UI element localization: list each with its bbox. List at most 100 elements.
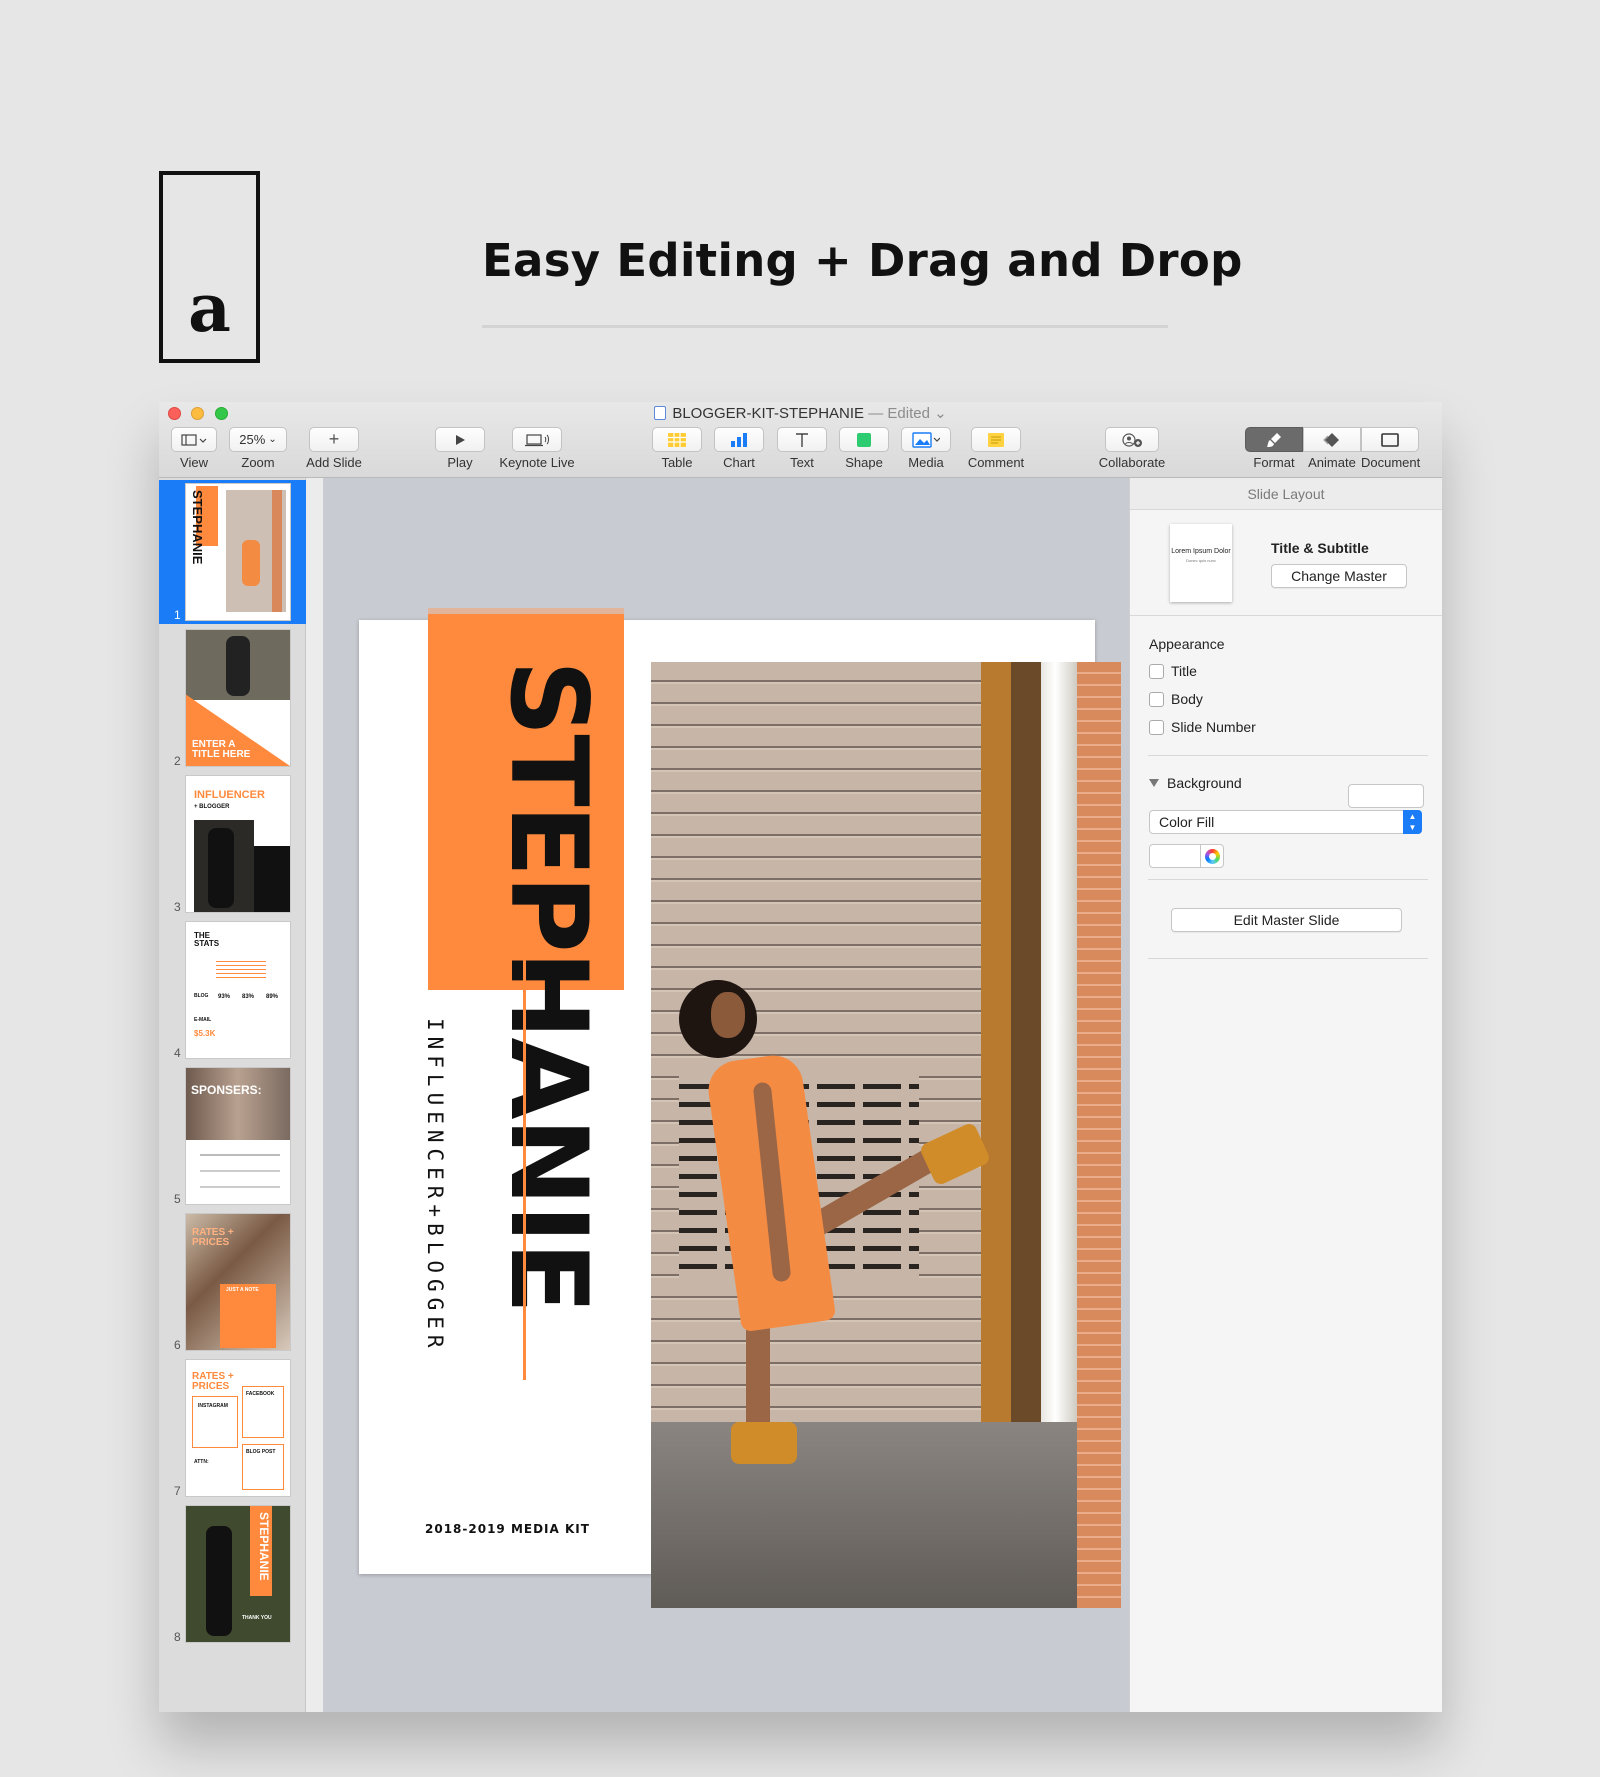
navigator-slide-5[interactable]: SPONSERS: 5: [159, 1064, 306, 1208]
slide-thumbnail: SPONSERS:: [186, 1068, 290, 1204]
layout-thumbnail[interactable]: Lorem Ipsum Dolor Donec quis nunc: [1170, 524, 1232, 602]
shape-button[interactable]: [839, 427, 889, 452]
navigator-slide-7[interactable]: RATES + PRICES INSTAGRAM FACEBOOK BLOG P…: [159, 1356, 306, 1500]
toolbar-collaborate[interactable]: Collaborate: [1092, 427, 1172, 470]
toolbar-chart[interactable]: Chart: [713, 427, 765, 470]
comment-button[interactable]: [971, 427, 1021, 452]
toolbar-comment[interactable]: Comment: [956, 427, 1036, 470]
background-color-well[interactable]: [1348, 784, 1424, 808]
photo-brick-wall: [1077, 662, 1121, 1608]
media-label: Media: [908, 455, 944, 470]
navigator-slide-2[interactable]: ENTER A TITLE HERE 2: [159, 626, 306, 770]
navigator-slide-3[interactable]: INFLUENCER + BLOGGER 3: [159, 772, 306, 916]
keynote-live-icon: [525, 433, 549, 446]
navigator-slide-8[interactable]: STEPHANIE THANK YOU 8: [159, 1502, 306, 1646]
chart-button[interactable]: [714, 427, 764, 452]
slide-subtitle[interactable]: INFLUENCER+BLOGGER: [419, 1018, 451, 1354]
toolbar-text[interactable]: Text: [776, 427, 828, 470]
photo-person-face: [711, 992, 745, 1038]
toolbar-keynote-live[interactable]: Keynote Live: [497, 427, 577, 470]
body-checkbox-label: Body: [1171, 691, 1203, 707]
color-wheel-button[interactable]: [1200, 844, 1224, 868]
text-icon: [796, 432, 808, 447]
edit-master-slide-button[interactable]: Edit Master Slide: [1171, 908, 1402, 932]
format-tab-button[interactable]: [1245, 427, 1303, 452]
title-checkbox[interactable]: [1149, 663, 1164, 679]
thumb-subtitle: JUST A NOTE: [226, 1287, 259, 1293]
play-label: Play: [447, 455, 473, 470]
add-slide-button[interactable]: +: [309, 427, 359, 452]
titlebar: BLOGGER-KIT-STEPHANIE — Edited ⌄ View 25…: [159, 402, 1442, 478]
slide-title-box[interactable]: STEPHANIE: [487, 660, 610, 1360]
slide-number: 6: [174, 1338, 181, 1352]
slide-subtitle-box[interactable]: INFLUENCER+BLOGGER: [419, 1018, 451, 1354]
table-button[interactable]: [652, 427, 702, 452]
tab-format[interactable]: Format: [1245, 427, 1303, 470]
thumb-label: ATTN:: [194, 1459, 209, 1465]
inspector-header: Slide Layout: [1130, 478, 1442, 510]
background-section-toggle[interactable]: Background: [1149, 741, 1242, 791]
table-label: Table: [661, 455, 693, 470]
slide-canvas[interactable]: STEPHANIE INFLUENCER+BLOGGER 2018-2019 M…: [323, 478, 1129, 1712]
slide-title[interactable]: STEPHANIE: [487, 660, 610, 1360]
zoom-label: Zoom: [241, 455, 275, 470]
headline-divider: [482, 325, 1168, 328]
toolbar-zoom[interactable]: 25% ⌄ Zoom: [229, 427, 287, 470]
fill-type-select[interactable]: Color Fill ▲ ▼: [1149, 810, 1422, 834]
keynote-live-label: Keynote Live: [499, 455, 575, 470]
toolbar-shape[interactable]: Shape: [838, 427, 890, 470]
navigator-slide-1[interactable]: STEPHANIE 1: [159, 480, 306, 624]
toolbar-add-slide[interactable]: + Add Slide: [299, 427, 369, 470]
comment-icon: [988, 432, 1004, 447]
change-master-button[interactable]: Change Master: [1271, 564, 1407, 588]
appearance-slide-number-option[interactable]: Slide Number: [1149, 719, 1256, 735]
color-wheel-icon: [1204, 848, 1220, 864]
current-slide[interactable]: STEPHANIE INFLUENCER+BLOGGER 2018-2019 M…: [359, 608, 1121, 1608]
appearance-body-option[interactable]: Body: [1149, 691, 1203, 707]
logo-letter: a: [188, 269, 231, 347]
thumb-label: BLOG POST: [246, 1449, 276, 1455]
thumb-blog-label: BLOG: [194, 993, 209, 999]
slide-thumbnail: RATES + PRICES INSTAGRAM FACEBOOK BLOG P…: [186, 1360, 290, 1496]
comment-label: Comment: [967, 455, 1025, 470]
document-icon: [1381, 432, 1399, 447]
slide-number-checkbox[interactable]: [1149, 719, 1164, 735]
toolbar-table[interactable]: Table: [651, 427, 703, 470]
document-title: BLOGGER-KIT-STEPHANIE — Edited ⌄: [159, 404, 1442, 422]
navigator-slide-6[interactable]: RATES + PRICES JUST A NOTE 6: [159, 1210, 306, 1354]
layout-name: Title & Subtitle: [1271, 540, 1369, 556]
fill-color-swatch[interactable]: [1149, 844, 1201, 868]
toolbar-view[interactable]: View: [169, 427, 219, 470]
slide-number-checkbox-label: Slide Number: [1171, 719, 1256, 735]
play-button[interactable]: [435, 427, 485, 452]
animate-tab-button[interactable]: [1303, 427, 1361, 452]
appearance-title-option[interactable]: Title: [1149, 663, 1197, 679]
select-stepper-icon[interactable]: ▲ ▼: [1403, 810, 1422, 834]
format-label: Format: [1253, 455, 1295, 470]
photo-doorframe-shadow: [1011, 662, 1041, 1482]
slide-footer[interactable]: 2018-2019 MEDIA KIT: [425, 1522, 590, 1536]
disclosure-triangle-icon[interactable]: [1149, 779, 1159, 787]
navigator-slide-4[interactable]: THE STATS BLOG 93% 83% 89% E-MAIL $5.3K …: [159, 918, 306, 1062]
chevron-down-icon[interactable]: ⌄: [934, 405, 947, 422]
collaborate-button[interactable]: [1105, 427, 1159, 452]
view-button[interactable]: [171, 427, 217, 452]
thumb-title: SPONSERS:: [191, 1083, 262, 1097]
text-button[interactable]: [777, 427, 827, 452]
view-label: View: [180, 455, 208, 470]
zoom-dropdown[interactable]: 25% ⌄: [229, 427, 287, 452]
slide-thumbnail: THE STATS BLOG 93% 83% 89% E-MAIL $5.3K: [186, 922, 290, 1058]
tab-animate[interactable]: Animate: [1303, 427, 1361, 470]
shape-label: Shape: [845, 455, 883, 470]
title-accent-line[interactable]: [523, 940, 526, 1380]
toolbar-media[interactable]: Media: [900, 427, 952, 470]
slide-photo[interactable]: [651, 662, 1121, 1608]
tab-document[interactable]: Document: [1361, 427, 1420, 470]
document-tab-button[interactable]: [1361, 427, 1419, 452]
keynote-live-button[interactable]: [512, 427, 562, 452]
toolbar-play[interactable]: Play: [434, 427, 486, 470]
media-button[interactable]: [901, 427, 951, 452]
body-checkbox[interactable]: [1149, 691, 1164, 707]
document-status[interactable]: — Edited: [868, 405, 930, 422]
thumb-title: THE STATS: [194, 931, 220, 948]
